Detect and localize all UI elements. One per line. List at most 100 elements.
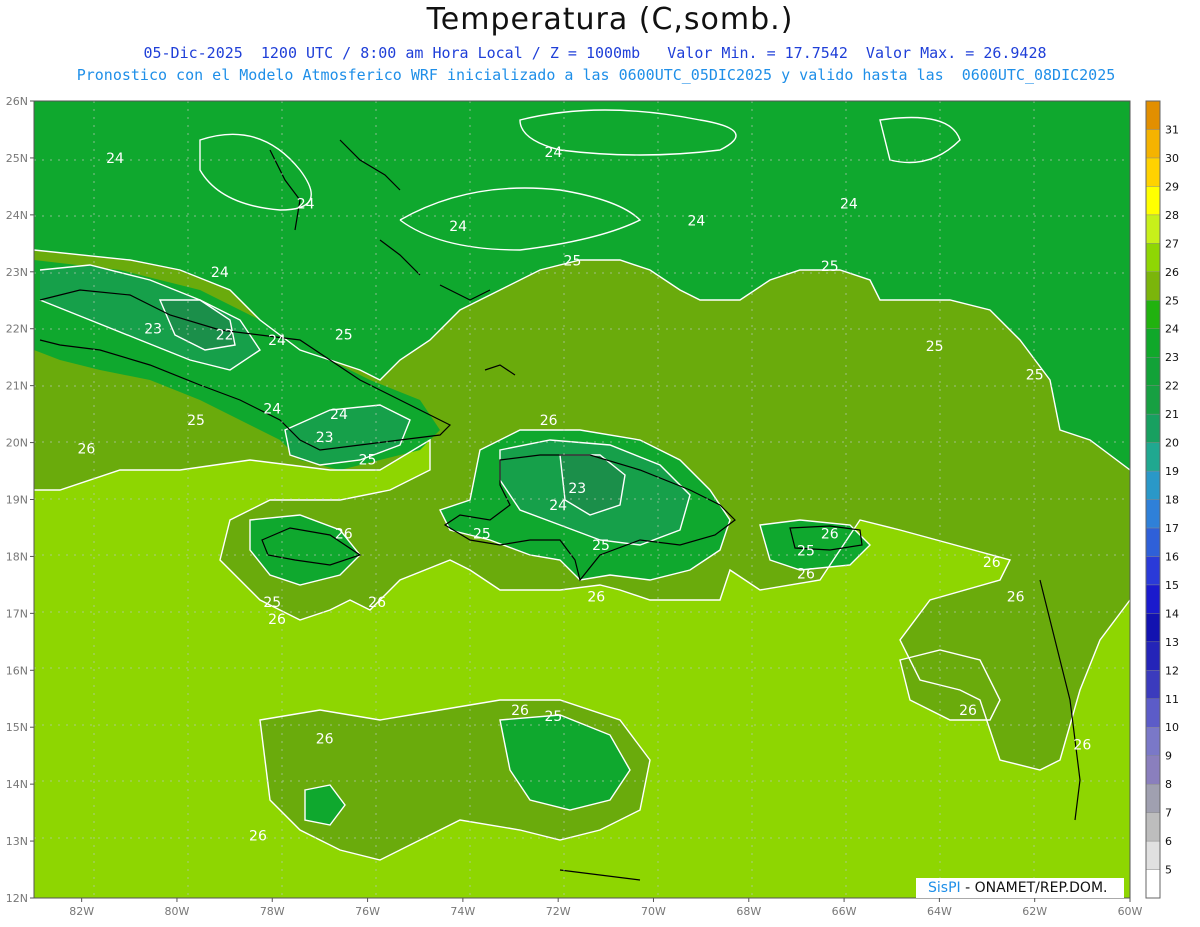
colorbar-label: 13	[1165, 636, 1179, 649]
contour-label: 26	[268, 612, 286, 628]
lat-tick-label: 15N	[6, 721, 28, 734]
lon-tick-label: 78W	[260, 905, 285, 918]
colorbar-swatch	[1145, 613, 1161, 643]
colorbar-swatch	[1145, 300, 1161, 329]
contour-label: 25	[564, 253, 582, 269]
contour-label: 24	[297, 196, 315, 212]
colorbar-label: 22	[1165, 380, 1179, 393]
colorbar-swatch	[1145, 527, 1161, 557]
shaded-field: 24 24 24 24 24 24 24 25 25 23 22 24 25 25 25 24 24 25 23 26…	[34, 101, 1130, 898]
colorbar-swatch	[1145, 413, 1161, 443]
contour-label: 24	[106, 151, 124, 167]
contour-label: 25	[926, 339, 944, 355]
contour-label: 26	[1073, 737, 1091, 753]
longitude-axis: 82W 80W 78W 76W 74W 72W 70W 68W 66W 64W 62W 60W	[69, 898, 1143, 918]
contour-label: 26	[959, 703, 977, 719]
contour-label: 26	[540, 413, 558, 429]
colorbar-swatch	[1145, 556, 1161, 586]
colorbar-label: 30	[1165, 152, 1179, 165]
lon-tick-label: 60W	[1118, 905, 1143, 918]
colorbar-swatch	[1145, 214, 1161, 244]
contour-label: 26	[587, 589, 605, 605]
contour-label: 22	[216, 327, 234, 343]
colorbar-label: 9	[1165, 750, 1172, 763]
contour-label: 25	[335, 327, 353, 343]
lon-tick-label: 76W	[355, 905, 380, 918]
contour-label: 24	[687, 214, 705, 230]
contour-label: 26	[316, 732, 334, 748]
colorbar-label: 26	[1165, 266, 1179, 279]
colorbar-label: 17	[1165, 522, 1179, 535]
lon-tick-label: 66W	[832, 905, 857, 918]
contour-label: 24	[211, 265, 229, 281]
contour-label: 25	[821, 259, 839, 275]
colorbar-label: 6	[1165, 835, 1172, 848]
colorbar-swatch	[1145, 812, 1161, 842]
contour-label: 26	[249, 828, 267, 844]
contour-label: 26	[983, 555, 1001, 571]
lat-tick-label: 26N	[6, 95, 28, 108]
colorbar-label: 25	[1165, 294, 1179, 307]
lon-tick-label: 72W	[546, 905, 571, 918]
colorbar-legend: 5 6 7 8 9 10 11 12 13 14 15 16 17 18 19 20 21 22 23 24 25 26 2…	[1145, 100, 1179, 899]
contour-label: 24	[330, 407, 348, 423]
contour-label: 26	[335, 527, 353, 543]
colorbar-label: 11	[1165, 693, 1179, 706]
colorbar-swatch	[1145, 129, 1161, 159]
colorbar-swatch	[1145, 385, 1161, 415]
contour-label: 26	[821, 527, 839, 543]
colorbar-swatch	[1145, 727, 1161, 756]
colorbar-swatch	[1145, 470, 1161, 500]
lat-tick-label: 13N	[6, 835, 28, 848]
lat-tick-label: 14N	[6, 778, 28, 791]
lon-tick-label: 70W	[641, 905, 666, 918]
colorbar-label: 15	[1165, 579, 1179, 592]
onamet-label: - ONAMET/REP.DOM.	[960, 880, 1108, 896]
lat-tick-label: 24N	[6, 209, 28, 222]
colorbar-swatch	[1145, 584, 1161, 614]
colorbar-label: 8	[1165, 778, 1172, 791]
colorbar-label: 29	[1165, 180, 1179, 193]
sispi-logo-text: SisPI	[928, 880, 961, 896]
colorbar-label: 5	[1165, 864, 1172, 877]
contour-label: 25	[263, 595, 281, 611]
contour-label: 26	[511, 703, 529, 719]
lat-tick-label: 25N	[6, 152, 28, 165]
contour-label: 25	[1026, 367, 1044, 383]
contour-label: 24	[268, 333, 286, 349]
lon-tick-label: 82W	[69, 905, 94, 918]
colorbar-swatch	[1145, 755, 1161, 785]
colorbar-label: 19	[1165, 465, 1179, 478]
colorbar-label: 27	[1165, 237, 1179, 250]
colorbar-swatch	[1145, 157, 1161, 187]
lat-tick-label: 21N	[6, 380, 28, 393]
latitude-axis: 26N 25N 24N 23N 22N 21N 20N 19N 18N 17N 16N 15N 14N 1…	[6, 95, 34, 905]
colorbar-label: 31	[1165, 123, 1179, 136]
contour-label: 23	[316, 430, 334, 446]
contour-label: 26	[1007, 589, 1025, 605]
contour-label: 24	[544, 145, 562, 161]
lon-tick-label: 80W	[165, 905, 190, 918]
contour-label: 25	[797, 544, 815, 560]
colorbar-swatch	[1145, 271, 1161, 301]
colorbar-label: 20	[1165, 437, 1179, 450]
colorbar-swatch	[1145, 356, 1161, 386]
lat-tick-label: 18N	[6, 550, 28, 563]
colorbar-label: 12	[1165, 664, 1179, 677]
colorbar-swatch	[1145, 186, 1161, 216]
colorbar-swatch	[1145, 783, 1161, 813]
contour-label: 25	[473, 527, 491, 543]
lat-tick-label: 12N	[6, 892, 28, 905]
colorbar-label: 23	[1165, 351, 1179, 364]
contour-label: 23	[568, 481, 586, 497]
contour-label: 24	[549, 498, 567, 514]
contour-label: 23	[144, 322, 162, 338]
colorbar-swatch	[1145, 100, 1161, 130]
credit-box: SisPI - ONAMET/REP.DOM.	[916, 878, 1124, 898]
contour-label: 25	[359, 453, 377, 469]
lon-tick-label: 62W	[1022, 905, 1047, 918]
lat-tick-label: 20N	[6, 437, 28, 450]
lon-tick-label: 74W	[450, 905, 475, 918]
contour-label: 26	[368, 595, 386, 611]
colorbar-swatch	[1145, 698, 1161, 728]
